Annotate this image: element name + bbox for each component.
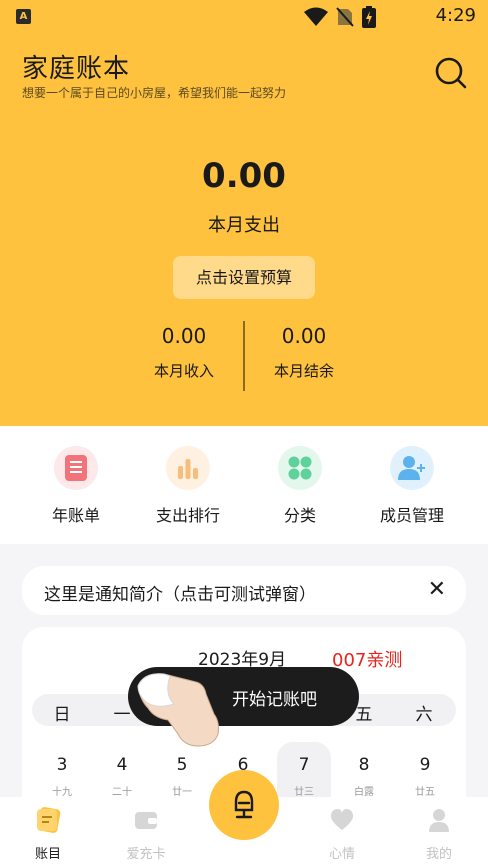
tab-mood[interactable]: 心情	[302, 807, 382, 862]
day-number: 3	[56, 755, 68, 775]
day-lunar: 廿五	[415, 787, 435, 798]
day-number: 9	[419, 755, 431, 775]
weekday-sun: 日	[53, 705, 71, 725]
monthly-balance-label: 本月结余	[273, 362, 334, 380]
record-icon	[234, 790, 254, 819]
day-number: 7	[298, 755, 310, 775]
person-add-icon	[390, 446, 434, 490]
day-lunar: 二十	[112, 787, 132, 798]
monthly-expense-value: 0.00	[202, 156, 286, 196]
menu-label: 支出排行	[155, 506, 220, 525]
tab-label: 心情	[328, 847, 355, 862]
day-lunar: 廿一	[172, 787, 192, 798]
monthly-balance-value: 0.00	[281, 324, 327, 348]
person-icon	[429, 809, 449, 832]
day-lunar: 十九	[52, 787, 72, 798]
monthly-income-value: 0.00	[161, 324, 207, 348]
day-lunar: 廿三	[294, 787, 314, 798]
monthly-expense-label: 本月支出	[208, 215, 280, 236]
tab-label: 我的	[425, 847, 452, 862]
menu-label: 成员管理	[379, 506, 444, 525]
monthly-income-label: 本月收入	[153, 362, 214, 380]
weekday-sat: 六	[415, 705, 433, 725]
sim-off-icon	[336, 7, 354, 27]
header: 家庭账本 想要一个属于自己的小房屋，希望我们能一起努力 0.00 本月支出 点击…	[0, 34, 488, 426]
notice-bar[interactable]: 这里是通知简介（点击可测试弹窗） ✕	[22, 566, 466, 615]
document-icon	[54, 446, 98, 490]
calendar-tag: 007亲测	[332, 650, 403, 671]
tab-card[interactable]: 爱充卡	[106, 807, 186, 862]
wifi-icon	[304, 7, 328, 26]
app-subtitle: 想要一个属于自己的小房屋，希望我们能一起努力	[22, 86, 287, 100]
battery-charging-icon	[362, 6, 376, 28]
pointing-hand-icon	[137, 673, 219, 747]
menu-label: 年账单	[51, 506, 100, 525]
tab-accounts[interactable]: 账目	[8, 807, 88, 862]
wallet-icon	[135, 812, 157, 829]
menu-item-expense-ranking[interactable]: 支出排行	[138, 446, 238, 526]
day-number: 5	[176, 755, 188, 775]
close-icon[interactable]: ✕	[428, 577, 446, 602]
search-button[interactable]	[434, 56, 468, 90]
heart-icon	[330, 809, 354, 830]
status-bar: A 4:29	[0, 0, 488, 34]
tab-me[interactable]: 我的	[399, 807, 479, 862]
set-budget-button[interactable]: 点击设置预算	[173, 256, 315, 299]
menu-label: 分类	[283, 506, 316, 525]
search-icon	[435, 57, 467, 89]
app-notification-icon: A	[16, 9, 31, 24]
grid-icon	[278, 446, 322, 490]
status-icons	[304, 6, 376, 28]
status-time: 4:29	[435, 5, 476, 26]
menu-item-members[interactable]: 成员管理	[362, 446, 462, 526]
day-number: 8	[358, 755, 370, 775]
quick-menu: 年账单 支出排行 分类 成员管理	[0, 426, 488, 544]
monthly-balance-stat: 0.00 本月结余	[234, 324, 374, 381]
bar-chart-icon	[166, 446, 210, 490]
app-title: 家庭账本	[22, 54, 131, 84]
monthly-income-stat: 0.00 本月收入	[114, 324, 254, 381]
day-lunar: 白露	[354, 787, 374, 798]
tab-label: 账目	[34, 847, 61, 862]
menu-item-categories[interactable]: 分类	[250, 446, 350, 526]
day-number: 4	[116, 755, 128, 775]
add-record-button[interactable]	[209, 770, 279, 840]
ledger-icon	[37, 807, 61, 833]
notice-text: 这里是通知简介（点击可测试弹窗）	[44, 585, 316, 605]
toast-text: 开始记账吧	[232, 690, 317, 710]
menu-item-annual-bill[interactable]: 年账单	[26, 446, 126, 526]
tab-label: 爱充卡	[126, 847, 166, 862]
